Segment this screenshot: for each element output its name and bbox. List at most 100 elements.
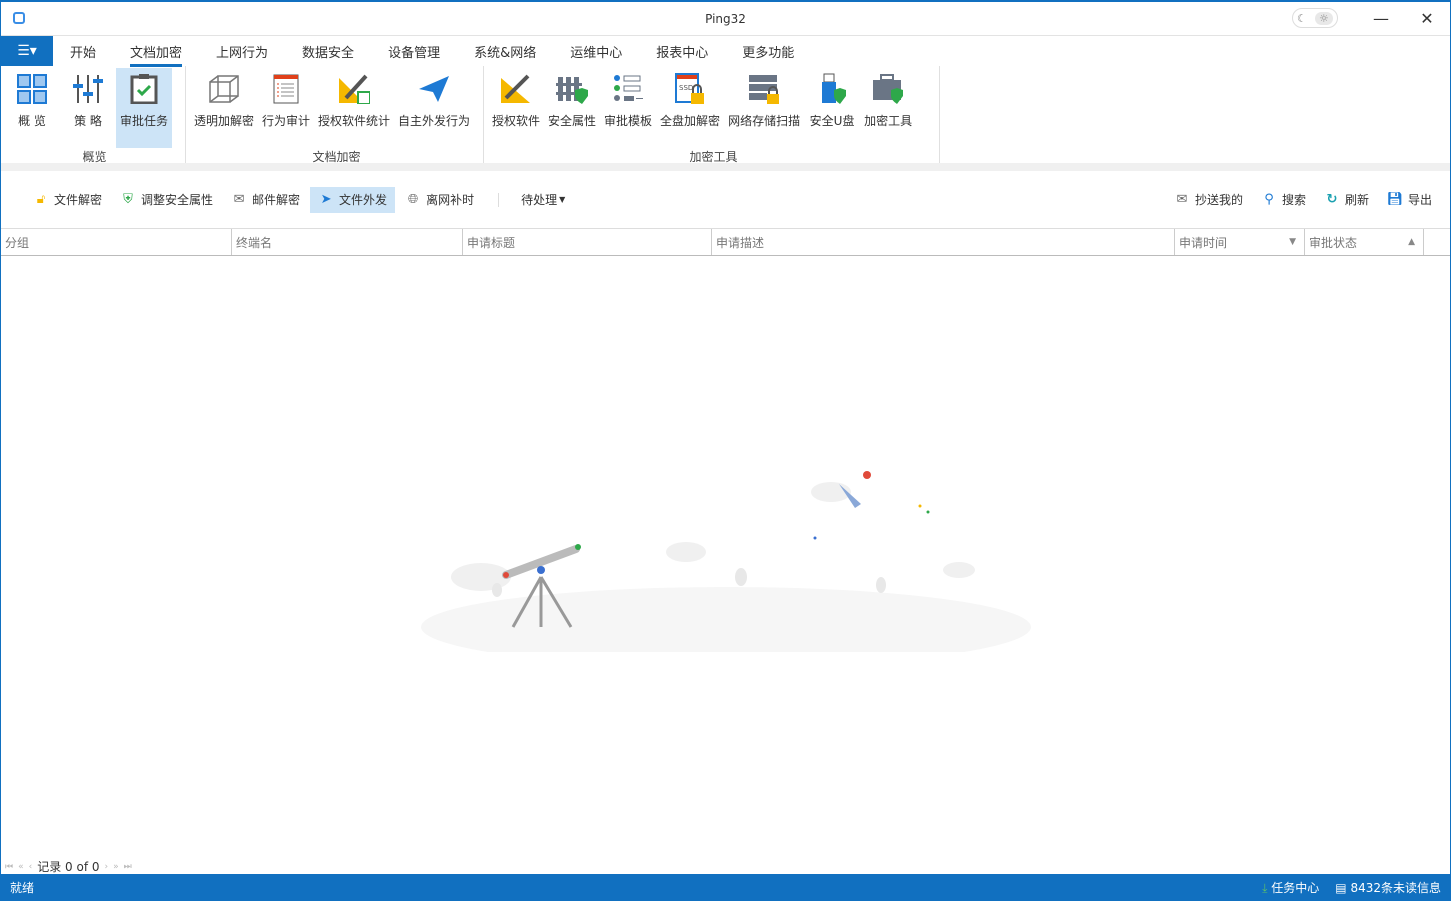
file-outgoing-button[interactable]: ➤ 文件外发 <box>310 186 396 213</box>
column-approval-status[interactable]: 审批状态 ▲ <box>1305 229 1424 255</box>
ssd-lock-icon: SSD <box>673 72 707 106</box>
message-icon: ▤ <box>1335 880 1347 895</box>
status-filter-dropdown[interactable]: 待处理 ▼ <box>513 187 573 213</box>
group-label: 加密工具 <box>689 150 738 164</box>
behavior-audit-button[interactable]: 行为审计 <box>258 68 314 148</box>
tab-data-security[interactable]: 数据安全 <box>302 38 354 65</box>
document-list-icon <box>269 72 303 106</box>
tab-more[interactable]: 更多功能 <box>742 38 794 65</box>
divider <box>498 192 500 207</box>
grid-header: 分组 终端名 申请标题 申请描述 申请时间 ▼ 审批状态 ▲ <box>1 229 1450 256</box>
column-terminal[interactable]: 终端名 <box>232 229 463 255</box>
transparent-encryption-button[interactable]: 透明加解密 <box>190 68 258 148</box>
secure-usb-button[interactable]: 安全U盘 <box>804 68 860 148</box>
tab-device-management[interactable]: 设备管理 <box>388 38 440 65</box>
caret-down-icon: ▼ <box>559 195 566 204</box>
group-label: 概览 <box>82 150 107 164</box>
tab-ops-center[interactable]: 运维中心 <box>570 38 622 65</box>
paper-plane-icon <box>417 72 451 106</box>
grid-icon <box>15 72 49 106</box>
prev-page-icon[interactable]: ‹ <box>29 862 33 872</box>
ruler-pencil-icon <box>499 72 533 106</box>
theme-toggle[interactable]: ☾ ☼ <box>1292 8 1338 28</box>
download-icon: ⤓ <box>1262 880 1268 895</box>
encryption-tool-button[interactable]: 加密工具 <box>860 68 916 148</box>
offline-time-button[interactable]: 🌐︎ 离网补时 <box>397 187 482 213</box>
search-icon: ⚲ <box>1264 192 1274 207</box>
refresh-button[interactable]: ↻ 刷新 <box>1316 187 1377 213</box>
task-center-button[interactable]: ⤓ 任务中心 <box>1262 879 1319 896</box>
column-description[interactable]: 申请描述 <box>712 229 1175 255</box>
unlock-icon: 🔓︎ <box>36 192 46 207</box>
server-lock-icon <box>747 72 781 106</box>
mail-icon: ✉ <box>233 192 245 207</box>
svg-text:SSD: SSD <box>679 84 693 92</box>
title-bar: Ping32 ☾ ☼ — ✕ <box>1 2 1450 36</box>
cc-me-button[interactable]: ✉ 抄送我的 <box>1166 187 1251 213</box>
first-page-icon[interactable]: ⏮ <box>5 862 13 872</box>
security-attributes-button[interactable]: 安全属性 <box>544 68 600 148</box>
empty-state-illustration <box>421 471 1031 652</box>
sliders-icon <box>71 72 105 106</box>
ribbon-group-encryption-tools: 授权软件 安全属性 审批模板 SSD 全盘加解密 网络存储扫描 安全U盘 加密工具… <box>488 66 940 164</box>
self-outgoing-behavior-button[interactable]: 自主外发行为 <box>394 68 474 148</box>
licensed-software-button[interactable]: 授权软件 <box>488 68 544 148</box>
full-disk-encryption-button[interactable]: SSD 全盘加解密 <box>656 68 724 148</box>
sort-asc-icon: ▲ <box>1408 237 1415 247</box>
mail-forward-icon: ✉ <box>1176 192 1188 207</box>
fence-shield-icon <box>555 72 589 106</box>
minimize-button[interactable]: — <box>1358 9 1404 28</box>
record-count: 记录 0 of 0 <box>37 860 100 874</box>
moon-icon: ☾ <box>1297 11 1307 25</box>
next-group-icon[interactable]: » <box>113 862 119 872</box>
policy-button[interactable]: 策 略 <box>60 68 116 148</box>
status-text: 就绪 <box>10 880 35 895</box>
prev-group-icon[interactable]: « <box>18 862 24 872</box>
toolbox-shield-icon <box>871 72 905 106</box>
ribbon-group-doc-encryption: 透明加解密 行为审计 授权软件统计 自主外发行为 文档加密 <box>190 66 484 164</box>
save-export-icon: 💾︎ <box>1386 192 1404 207</box>
column-title[interactable]: 申请标题 <box>463 229 712 255</box>
next-page-icon[interactable]: › <box>105 862 109 872</box>
status-bar: 就绪 ⤓ 任务中心 ▤ 8432条未读信息 <box>0 874 1451 900</box>
approval-template-button[interactable]: 审批模板 <box>600 68 656 148</box>
window-title: Ping32 <box>705 11 746 26</box>
pager: ⏮ « ‹ 记录 0 of 0 › » ⏭ <box>5 858 132 875</box>
shield-icon: ⛨ <box>123 192 133 207</box>
app-logo-icon <box>13 12 25 24</box>
menu-bar: ☰▾ 开始 文档加密 上网行为 数据安全 设备管理 系统&网络 运维中心 报表中… <box>1 36 1450 67</box>
usb-shield-icon <box>815 72 849 106</box>
last-page-icon[interactable]: ⏭ <box>124 862 132 872</box>
tab-doc-encryption[interactable]: 文档加密 <box>130 38 183 67</box>
ruler-pencil-icon <box>337 72 371 106</box>
user-list-icon <box>611 72 645 106</box>
unread-messages-button[interactable]: ▤ 8432条未读信息 <box>1335 879 1441 896</box>
licensed-software-stats-button[interactable]: 授权软件统计 <box>314 68 394 148</box>
approval-tasks-button[interactable]: 审批任务 <box>116 68 173 148</box>
app-menu-button[interactable]: ☰▾ <box>1 36 53 66</box>
globe-icon: 🌐︎ <box>407 192 419 207</box>
filter-dropdown-icon[interactable]: ▼ <box>1289 237 1296 247</box>
ribbon: 概 览 策 略 审批任务 概览 透明加解密 行为审计 授权软件统计 自主外发行为… <box>1 66 1450 171</box>
ribbon-group-overview: 概 览 策 略 审批任务 概览 <box>4 66 186 164</box>
tab-report-center[interactable]: 报表中心 <box>656 38 708 65</box>
sun-icon: ☼ <box>1314 11 1333 25</box>
tab-web-behavior[interactable]: 上网行为 <box>216 38 268 65</box>
refresh-icon: ↻ <box>1326 192 1338 207</box>
tab-system-network[interactable]: 系统&网络 <box>474 38 536 65</box>
mail-decrypt-button[interactable]: ✉ 邮件解密 <box>223 187 308 213</box>
column-request-time[interactable]: 申请时间 ▼ <box>1175 229 1305 255</box>
close-button[interactable]: ✕ <box>1404 9 1450 28</box>
file-decrypt-button[interactable]: 🔓︎ 文件解密 <box>25 187 110 213</box>
clipboard-check-icon <box>127 72 161 106</box>
network-storage-scan-button[interactable]: 网络存储扫描 <box>724 68 804 148</box>
paper-plane-icon: ➤ <box>320 192 332 207</box>
adjust-security-attr-button[interactable]: ⛨ 调整安全属性 <box>112 187 221 213</box>
search-button[interactable]: ⚲ 搜索 <box>1253 187 1314 213</box>
export-button[interactable]: 💾︎ 导出 <box>1379 187 1440 213</box>
overview-button[interactable]: 概 览 <box>4 68 60 148</box>
column-group[interactable]: 分组 <box>1 229 232 255</box>
cube-icon <box>207 72 241 106</box>
tab-start[interactable]: 开始 <box>70 38 96 65</box>
group-label: 文档加密 <box>312 150 361 164</box>
